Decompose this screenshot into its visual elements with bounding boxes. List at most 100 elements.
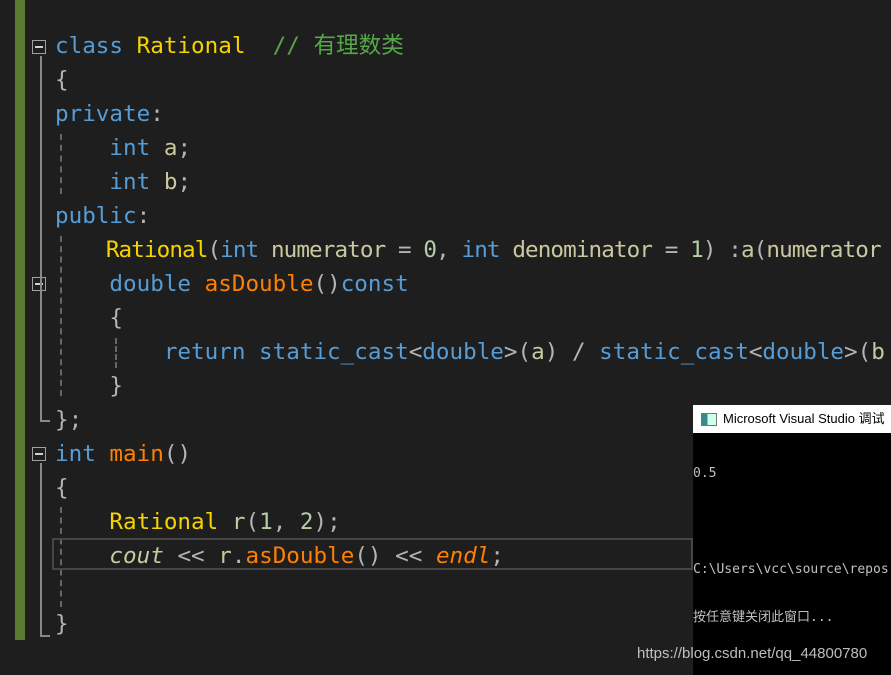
- code-line[interactable]: int b;: [55, 165, 885, 199]
- code-token: () <<: [354, 543, 436, 569]
- code-token: (: [207, 237, 221, 263]
- code-token: (): [163, 441, 192, 467]
- code-token: ,: [272, 509, 300, 535]
- code-token: cout: [109, 543, 164, 569]
- console-app-icon: [701, 413, 717, 426]
- code-token: {: [55, 475, 69, 501]
- code-token: asDouble: [204, 271, 314, 297]
- code-token: int: [220, 237, 271, 263]
- code-token: =: [397, 237, 424, 263]
- code-token: (: [753, 237, 768, 263]
- code-token: r: [231, 509, 246, 535]
- code-token: static_cast: [599, 339, 749, 365]
- code-token: ;: [177, 135, 192, 161]
- code-token: ) /: [544, 339, 600, 365]
- code-token: ,: [436, 237, 462, 263]
- code-line[interactable]: int a;: [55, 131, 885, 165]
- code-token: 2: [299, 509, 314, 535]
- code-token: private: [55, 101, 151, 127]
- code-token: Rational: [136, 33, 246, 59]
- code-token: numerator: [766, 237, 881, 263]
- code-token: const: [340, 271, 409, 297]
- code-token: ) :: [702, 237, 742, 263]
- code-token: double: [422, 339, 504, 365]
- code-token: r: [218, 543, 232, 569]
- collapse-main-icon[interactable]: [32, 447, 46, 461]
- code-token: =: [664, 237, 691, 263]
- code-token: a: [531, 339, 545, 365]
- code-token: {: [55, 305, 124, 331]
- code-token: asDouble: [245, 543, 355, 569]
- code-token: double: [109, 271, 205, 297]
- code-token: );: [313, 509, 341, 535]
- console-title-bar[interactable]: Microsoft Visual Studio 调试控制台: [693, 405, 891, 454]
- code-token: ;: [177, 169, 192, 195]
- code-token: // 有理数类: [245, 33, 404, 59]
- code-line[interactable]: {: [55, 63, 885, 97]
- fold-guide-end: [40, 420, 50, 422]
- change-tracking-bar: [15, 0, 25, 640]
- code-token: }: [55, 373, 124, 399]
- console-output: 0.5 C:\Users\vcc\source\repos 按任意键关闭此窗口.…: [693, 433, 891, 658]
- code-token: a: [740, 237, 755, 263]
- code-token: >(: [844, 339, 872, 365]
- code-token: ;: [490, 543, 504, 569]
- code-line[interactable]: double asDouble()const: [55, 267, 885, 301]
- code-token: int: [109, 135, 164, 161]
- code-token: :: [150, 101, 164, 127]
- fold-guide: [40, 463, 42, 637]
- code-token: 1: [690, 237, 704, 263]
- fold-guide: [40, 56, 42, 422]
- code-token: Rational: [105, 237, 209, 263]
- watermark: https://blog.csdn.net/qq_44800780: [637, 645, 868, 662]
- code-token: (: [245, 509, 260, 535]
- code-token: class: [55, 33, 137, 59]
- code-token: int: [461, 237, 513, 263]
- code-token: <: [408, 339, 423, 365]
- code-token: 1: [259, 509, 273, 535]
- collapse-method-icon[interactable]: [32, 277, 46, 291]
- code-token: main: [109, 441, 164, 467]
- code-token: return: [163, 339, 260, 365]
- code-line[interactable]: class Rational // 有理数类: [55, 29, 885, 63]
- code-token: endl: [435, 543, 491, 569]
- code-token: int: [55, 441, 110, 467]
- code-token: <: [748, 339, 763, 365]
- code-line[interactable]: {: [55, 301, 885, 335]
- code-token: a: [163, 135, 178, 161]
- console-line: 按任意键关闭此窗口...: [693, 610, 834, 625]
- code-token: double: [762, 339, 845, 365]
- code-token: };: [55, 407, 83, 433]
- code-token: static_cast: [259, 339, 409, 365]
- code-token: <<: [163, 543, 219, 569]
- collapse-class-icon[interactable]: [32, 40, 46, 54]
- code-line[interactable]: public:: [55, 199, 885, 233]
- code-token: }: [55, 611, 69, 637]
- code-token: b: [163, 169, 178, 195]
- console-line: C:\Users\vcc\source\repos: [693, 562, 889, 577]
- code-line[interactable]: return static_cast<double>(a) / static_c…: [55, 335, 885, 369]
- code-token: Rational: [109, 509, 232, 535]
- code-token: (): [313, 271, 341, 297]
- fold-guide-end: [40, 635, 50, 637]
- code-token: :: [136, 203, 151, 229]
- code-token: public: [55, 203, 137, 229]
- code-token: numerator: [270, 237, 398, 263]
- code-line[interactable]: Rational(int numerator = 0, int denomina…: [55, 233, 885, 267]
- code-token: b: [871, 339, 885, 365]
- debug-console-window[interactable]: Microsoft Visual Studio 调试控制台 0.5 C:\Use…: [693, 405, 891, 675]
- code-line[interactable]: }: [55, 369, 885, 403]
- console-line: 0.5: [693, 466, 717, 481]
- code-token: 0: [423, 237, 437, 263]
- code-line[interactable]: private:: [55, 97, 885, 131]
- code-token: >(: [503, 339, 532, 365]
- code-token: int: [109, 169, 164, 195]
